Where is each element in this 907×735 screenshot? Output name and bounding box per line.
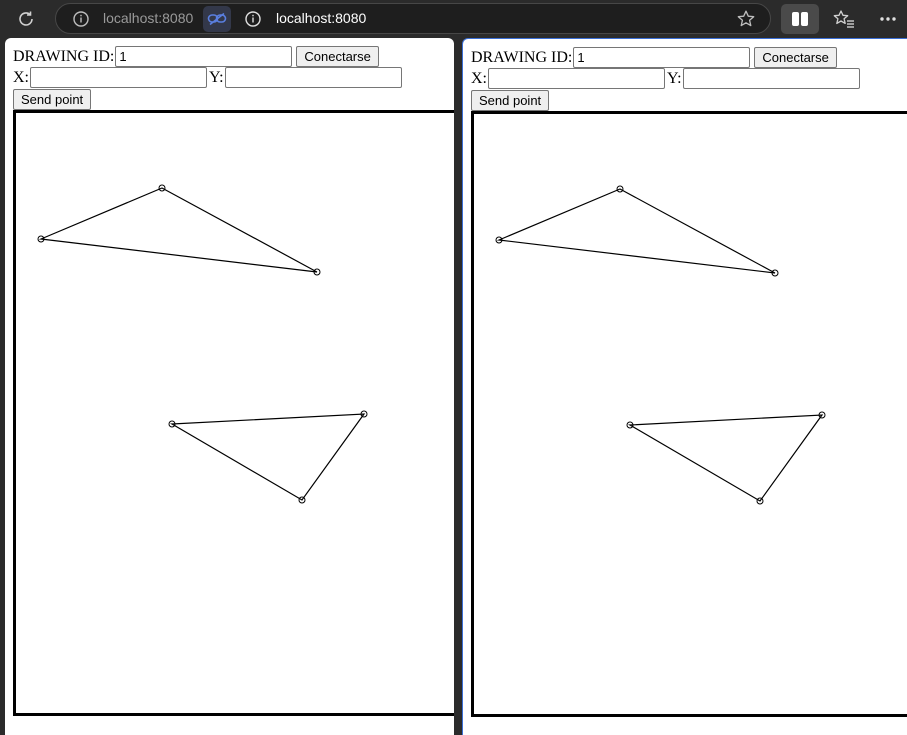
x-input[interactable] xyxy=(30,67,207,88)
link-icon[interactable] xyxy=(203,6,231,32)
right-pane: DRAWING ID: Conectarse X: Y: Send point xyxy=(462,38,907,735)
y-label: Y: xyxy=(667,69,682,87)
drawing-canvas[interactable] xyxy=(13,110,454,716)
drawing-id-label: DRAWING ID: xyxy=(471,48,573,66)
polygon-1 xyxy=(496,188,776,274)
y-label: Y: xyxy=(209,68,224,86)
more-icon[interactable] xyxy=(874,6,902,32)
info-icon[interactable] xyxy=(242,8,264,30)
x-label: X: xyxy=(471,69,487,87)
favorites-icon[interactable] xyxy=(830,6,858,32)
drawing-svg xyxy=(37,184,368,504)
tab2-url[interactable]: localhost:8080 xyxy=(276,10,366,26)
polygon-2 xyxy=(627,414,824,502)
connect-button[interactable]: Conectarse xyxy=(296,46,379,67)
drawing-svg xyxy=(495,185,826,505)
y-input[interactable] xyxy=(224,67,402,88)
send-point-button[interactable]: Send point xyxy=(13,89,92,110)
left-pane: DRAWING ID: Conectarse X: Y: Send point xyxy=(5,38,454,735)
drawing-id-input[interactable] xyxy=(115,46,293,67)
reload-icon[interactable] xyxy=(12,6,40,32)
send-point-button[interactable]: Send point xyxy=(471,90,550,111)
star-icon[interactable] xyxy=(734,7,758,31)
split-screen-icon[interactable] xyxy=(781,4,819,34)
drawing-id-input[interactable] xyxy=(573,47,751,68)
drawing-canvas[interactable] xyxy=(471,111,907,717)
x-input[interactable] xyxy=(488,68,665,89)
tab1-url[interactable]: localhost:8080 xyxy=(103,10,193,26)
info-icon[interactable] xyxy=(70,8,92,30)
drawing-id-label: DRAWING ID: xyxy=(13,47,115,65)
y-input[interactable] xyxy=(682,68,860,89)
polygon-2 xyxy=(169,413,366,501)
browser-toolbar: localhost:8080 localhost:8080 xyxy=(0,0,907,38)
polygon-1 xyxy=(38,187,318,273)
connect-button[interactable]: Conectarse xyxy=(754,47,837,68)
x-label: X: xyxy=(13,68,29,86)
